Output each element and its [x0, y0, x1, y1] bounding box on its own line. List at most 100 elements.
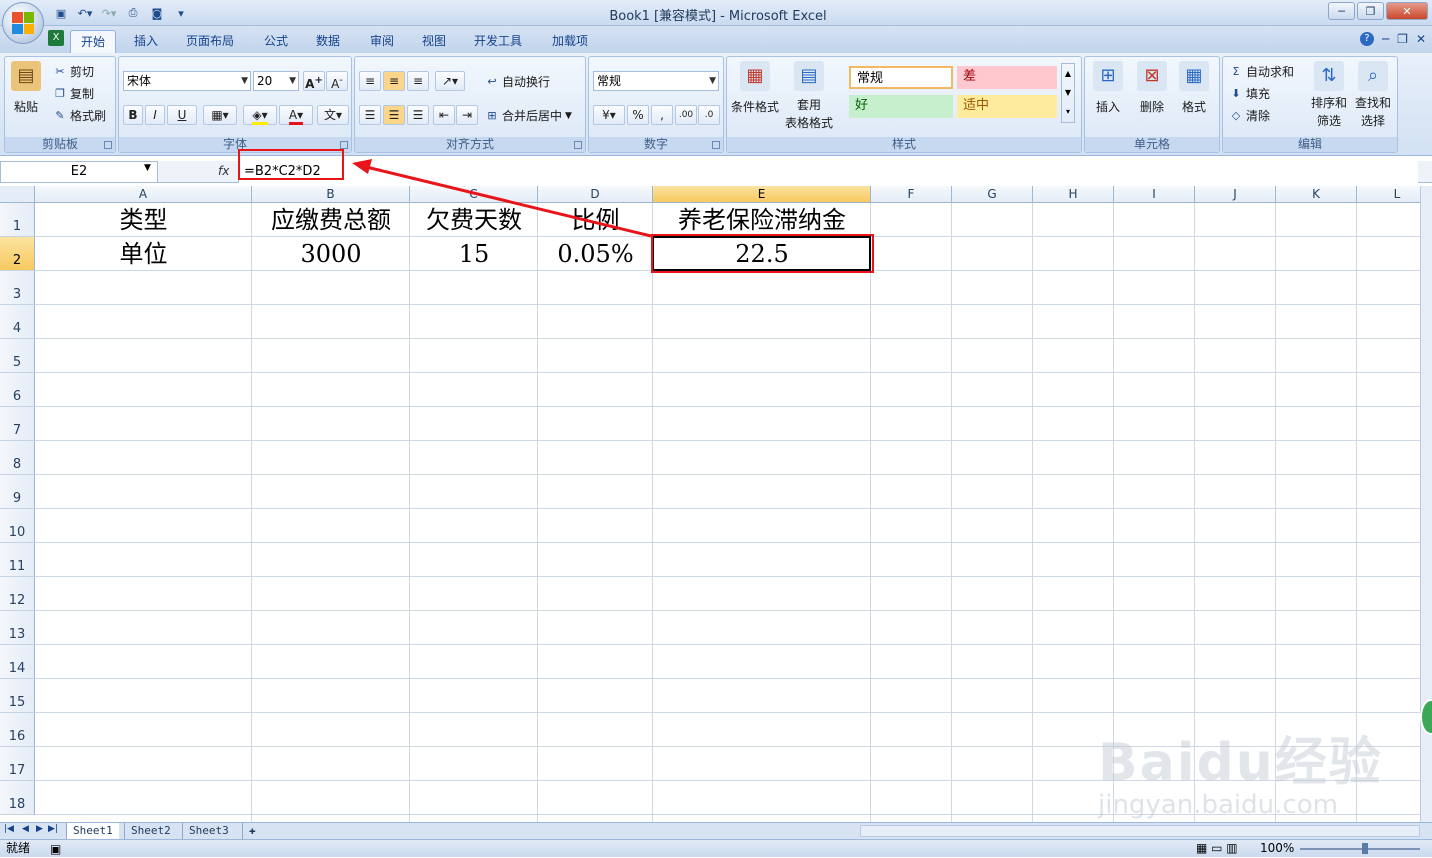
styles-scroll[interactable]: ▲ ▼ ▾ [1061, 63, 1075, 123]
chevron-down-icon[interactable]: ▼ [144, 163, 151, 173]
zoom-slider-thumb[interactable] [1362, 843, 1368, 854]
column-header-D[interactable]: D [538, 186, 653, 203]
function-icon[interactable]: fx [218, 164, 229, 178]
row-header-7[interactable]: 7 [0, 407, 35, 441]
tab-page-layout[interactable]: 页面布局 [176, 30, 244, 53]
prev-sheet-icon[interactable]: ◀ [22, 824, 29, 834]
style-good[interactable]: 好 [849, 95, 953, 118]
cell-D1[interactable]: 比例 [538, 203, 653, 237]
formula-input[interactable]: =B2*C2*D2 [238, 161, 1418, 183]
row-header-6[interactable]: 6 [0, 373, 35, 407]
vertical-scrollbar[interactable] [1420, 186, 1432, 822]
italic-button[interactable]: I [145, 105, 165, 125]
sheet-tab-1[interactable]: Sheet1 [66, 823, 119, 839]
horizontal-scrollbar[interactable] [860, 825, 1420, 837]
row-header-11[interactable]: 11 [0, 543, 35, 577]
row-header-15[interactable]: 15 [0, 679, 35, 713]
row-header-5[interactable]: 5 [0, 339, 35, 373]
cell-A2[interactable]: 单位 [35, 237, 252, 271]
restore-button[interactable]: ❐ [1357, 2, 1384, 20]
first-sheet-icon[interactable]: |◀ [4, 824, 14, 834]
font-name-select[interactable]: 宋体 ▼ [123, 71, 251, 91]
last-sheet-icon[interactable]: ▶| [48, 824, 58, 834]
style-neutral[interactable]: 适中 [957, 95, 1057, 118]
align-top-button[interactable]: ≡ [359, 71, 381, 91]
column-header-C[interactable]: C [410, 186, 538, 203]
cut-button[interactable]: ✂ 剪切 [53, 63, 94, 80]
row-header-10[interactable]: 10 [0, 509, 35, 543]
wrap-text-button[interactable]: ↩ 自动换行 [485, 73, 550, 90]
floating-widget[interactable] [1420, 699, 1432, 735]
sheet-tab-3[interactable]: Sheet3 [182, 823, 235, 839]
column-header-H[interactable]: H [1033, 186, 1114, 203]
close-button[interactable]: ✕ [1386, 2, 1428, 20]
dialog-launcher-icon[interactable] [104, 141, 112, 149]
style-normal[interactable]: 常规 [849, 66, 953, 89]
fill-color-button[interactable]: ◈▾ [243, 105, 277, 125]
ribbon-minimize-icon[interactable]: ─ [1382, 32, 1389, 46]
select-all-corner[interactable] [0, 186, 35, 203]
style-bad[interactable]: 差 [957, 66, 1057, 89]
row-header-13[interactable]: 13 [0, 611, 35, 645]
number-format-select[interactable]: 常规 ▼ [593, 71, 719, 91]
tab-review[interactable]: 审阅 [360, 30, 404, 53]
row-header-18[interactable]: 18 [0, 781, 35, 815]
increase-indent-button[interactable]: ⇥ [456, 105, 478, 125]
decrease-decimal-button[interactable]: .0 [698, 105, 720, 125]
font-color-button[interactable]: A▾ [279, 105, 313, 125]
dialog-launcher-icon[interactable] [574, 141, 582, 149]
cell-A1[interactable]: 类型 [35, 203, 252, 237]
align-middle-button[interactable]: ≡ [383, 71, 405, 91]
tab-addins[interactable]: 加载项 [542, 30, 598, 53]
tab-developer[interactable]: 开发工具 [464, 30, 532, 53]
insert-cells-button[interactable]: ⊞ 插入 [1093, 61, 1123, 115]
help-icon[interactable]: ? [1359, 32, 1374, 46]
zoom-level[interactable]: 100% [1260, 840, 1294, 857]
cell-C2[interactable]: 15 [410, 237, 538, 271]
clear-button[interactable]: ◇ 清除 [1229, 107, 1270, 124]
tab-view[interactable]: 视图 [412, 30, 456, 53]
cell-B2[interactable]: 3000 [252, 237, 410, 271]
align-center-button[interactable]: ☰ [383, 105, 405, 125]
zoom-slider[interactable] [1300, 848, 1420, 850]
increase-decimal-button[interactable]: .00 [675, 105, 697, 125]
row-header-12[interactable]: 12 [0, 577, 35, 611]
cell-C1[interactable]: 欠费天数 [410, 203, 538, 237]
fill-button[interactable]: ⬇ 填充 [1229, 85, 1270, 102]
macro-record-icon[interactable]: ▣ [50, 841, 61, 858]
column-header-F[interactable]: F [871, 186, 952, 203]
cell-E1[interactable]: 养老保险滞纳金 [653, 203, 871, 237]
accounting-button[interactable]: ¥▾ [593, 105, 625, 125]
name-box[interactable]: E2 [0, 161, 158, 183]
row-header-17[interactable]: 17 [0, 747, 35, 781]
dialog-launcher-icon[interactable] [712, 141, 720, 149]
column-header-E[interactable]: E [653, 186, 871, 203]
row-header-9[interactable]: 9 [0, 475, 35, 509]
sort-filter-button[interactable]: ⇅ 排序和 筛选 [1311, 61, 1347, 129]
next-sheet-icon[interactable]: ▶ [36, 824, 43, 834]
row-header-8[interactable]: 8 [0, 441, 35, 475]
ribbon-close-icon[interactable]: ✕ [1416, 32, 1426, 46]
merge-center-button[interactable]: ⊞ 合并后居中 ▼ [485, 107, 572, 124]
bold-button[interactable]: B [123, 105, 143, 125]
row-header-16[interactable]: 16 [0, 713, 35, 747]
column-header-B[interactable]: B [252, 186, 410, 203]
ribbon-restore-icon[interactable]: ❐ [1397, 32, 1408, 46]
cell-B1[interactable]: 应缴费总额 [252, 203, 410, 237]
delete-cells-button[interactable]: ⊠ 删除 [1137, 61, 1167, 115]
column-header-J[interactable]: J [1195, 186, 1276, 203]
row-header-2[interactable]: 2 [0, 237, 35, 271]
column-header-A[interactable]: A [35, 186, 252, 203]
find-select-button[interactable]: ⌕ 查找和 选择 [1355, 61, 1391, 129]
percent-button[interactable]: % [627, 105, 649, 125]
row-header-4[interactable]: 4 [0, 305, 35, 339]
font-size-select[interactable]: 20 ▼ [253, 71, 299, 91]
row-header-14[interactable]: 14 [0, 645, 35, 679]
grow-font-button[interactable]: A+ [303, 71, 325, 91]
view-buttons[interactable]: ▦ ▭ ▥ [1196, 840, 1238, 857]
insert-sheet-button[interactable]: ✚ [242, 823, 262, 839]
align-right-button[interactable]: ☰ [407, 105, 429, 125]
format-cells-button[interactable]: ▦ 格式 [1179, 61, 1209, 115]
comma-button[interactable]: , [651, 105, 673, 125]
autosum-button[interactable]: Σ 自动求和 [1229, 63, 1295, 80]
